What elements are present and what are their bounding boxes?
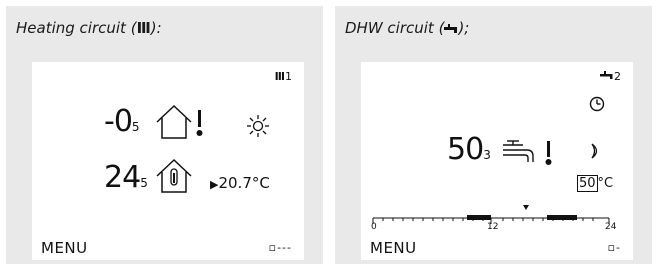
- sun-icon: [247, 115, 269, 137]
- dhw-temp-value: 50: [447, 132, 484, 167]
- radiator-icon: Ⅲ: [274, 70, 285, 83]
- clock-icon: [589, 96, 605, 112]
- moon-icon: [591, 143, 598, 159]
- dhw-caption: DHW circuit ();: [345, 19, 470, 37]
- house-thermometer-icon: [156, 158, 192, 193]
- circuit-number: 1: [285, 70, 292, 83]
- radiator-icon: Ⅲ: [136, 19, 151, 37]
- menu-label[interactable]: MENU: [41, 239, 88, 257]
- heating-caption: Heating circuit (Ⅲ):: [16, 19, 162, 37]
- page-indicator: ▫-: [607, 241, 621, 254]
- heating-caption-text: Heating circuit (: [16, 19, 137, 37]
- dhw-circuit-panel: DHW circuit (); 2 503 50 °C 0 12 24 MENU…: [335, 6, 652, 264]
- dhw-temp-decimal: 3: [483, 148, 491, 162]
- menu-label[interactable]: MENU: [370, 239, 417, 257]
- timeline-label-start: 0: [371, 222, 377, 232]
- tap-icon: [444, 23, 458, 33]
- setpoint-unit: °C: [597, 176, 614, 191]
- circuit-indicator: 2: [600, 70, 621, 83]
- outdoor-temp-value: -0: [104, 104, 133, 139]
- circuit-indicator: Ⅲ1: [275, 70, 292, 83]
- flow-temp-value: 24: [104, 160, 141, 195]
- flow-temp-decimal: 5: [140, 176, 148, 190]
- desired-temp: ▶20.7°C: [210, 174, 270, 192]
- tap-icon: [600, 71, 613, 79]
- flow-temp: 245: [104, 160, 148, 195]
- desired-temp-value: 20.7°C: [218, 174, 270, 192]
- setpoint-value[interactable]: 50: [577, 175, 598, 192]
- heating-display: Ⅲ1 -05 245 ▶20.7°C MENU ▫---: [32, 62, 304, 260]
- dhw-temp: 503: [447, 132, 491, 167]
- timeline-label-mid: 12: [487, 222, 499, 232]
- faucet-icon: [503, 140, 534, 162]
- timeline-label-end: 24: [605, 222, 617, 232]
- warning-icon: [545, 141, 552, 165]
- page-indicator: ▫---: [268, 241, 292, 254]
- dhw-display: 2 503 50 °C 0 12 24 MENU ▫-: [361, 62, 633, 260]
- house-icon: [156, 104, 203, 139]
- heating-circuit-panel: Heating circuit (Ⅲ): Ⅲ1 -05 245 ▶20.7°C …: [6, 6, 323, 264]
- setpoint[interactable]: 50 °C: [577, 175, 614, 192]
- outdoor-temp: -05: [104, 104, 140, 139]
- outdoor-temp-decimal: 5: [131, 120, 140, 134]
- circuit-number: 2: [614, 70, 621, 83]
